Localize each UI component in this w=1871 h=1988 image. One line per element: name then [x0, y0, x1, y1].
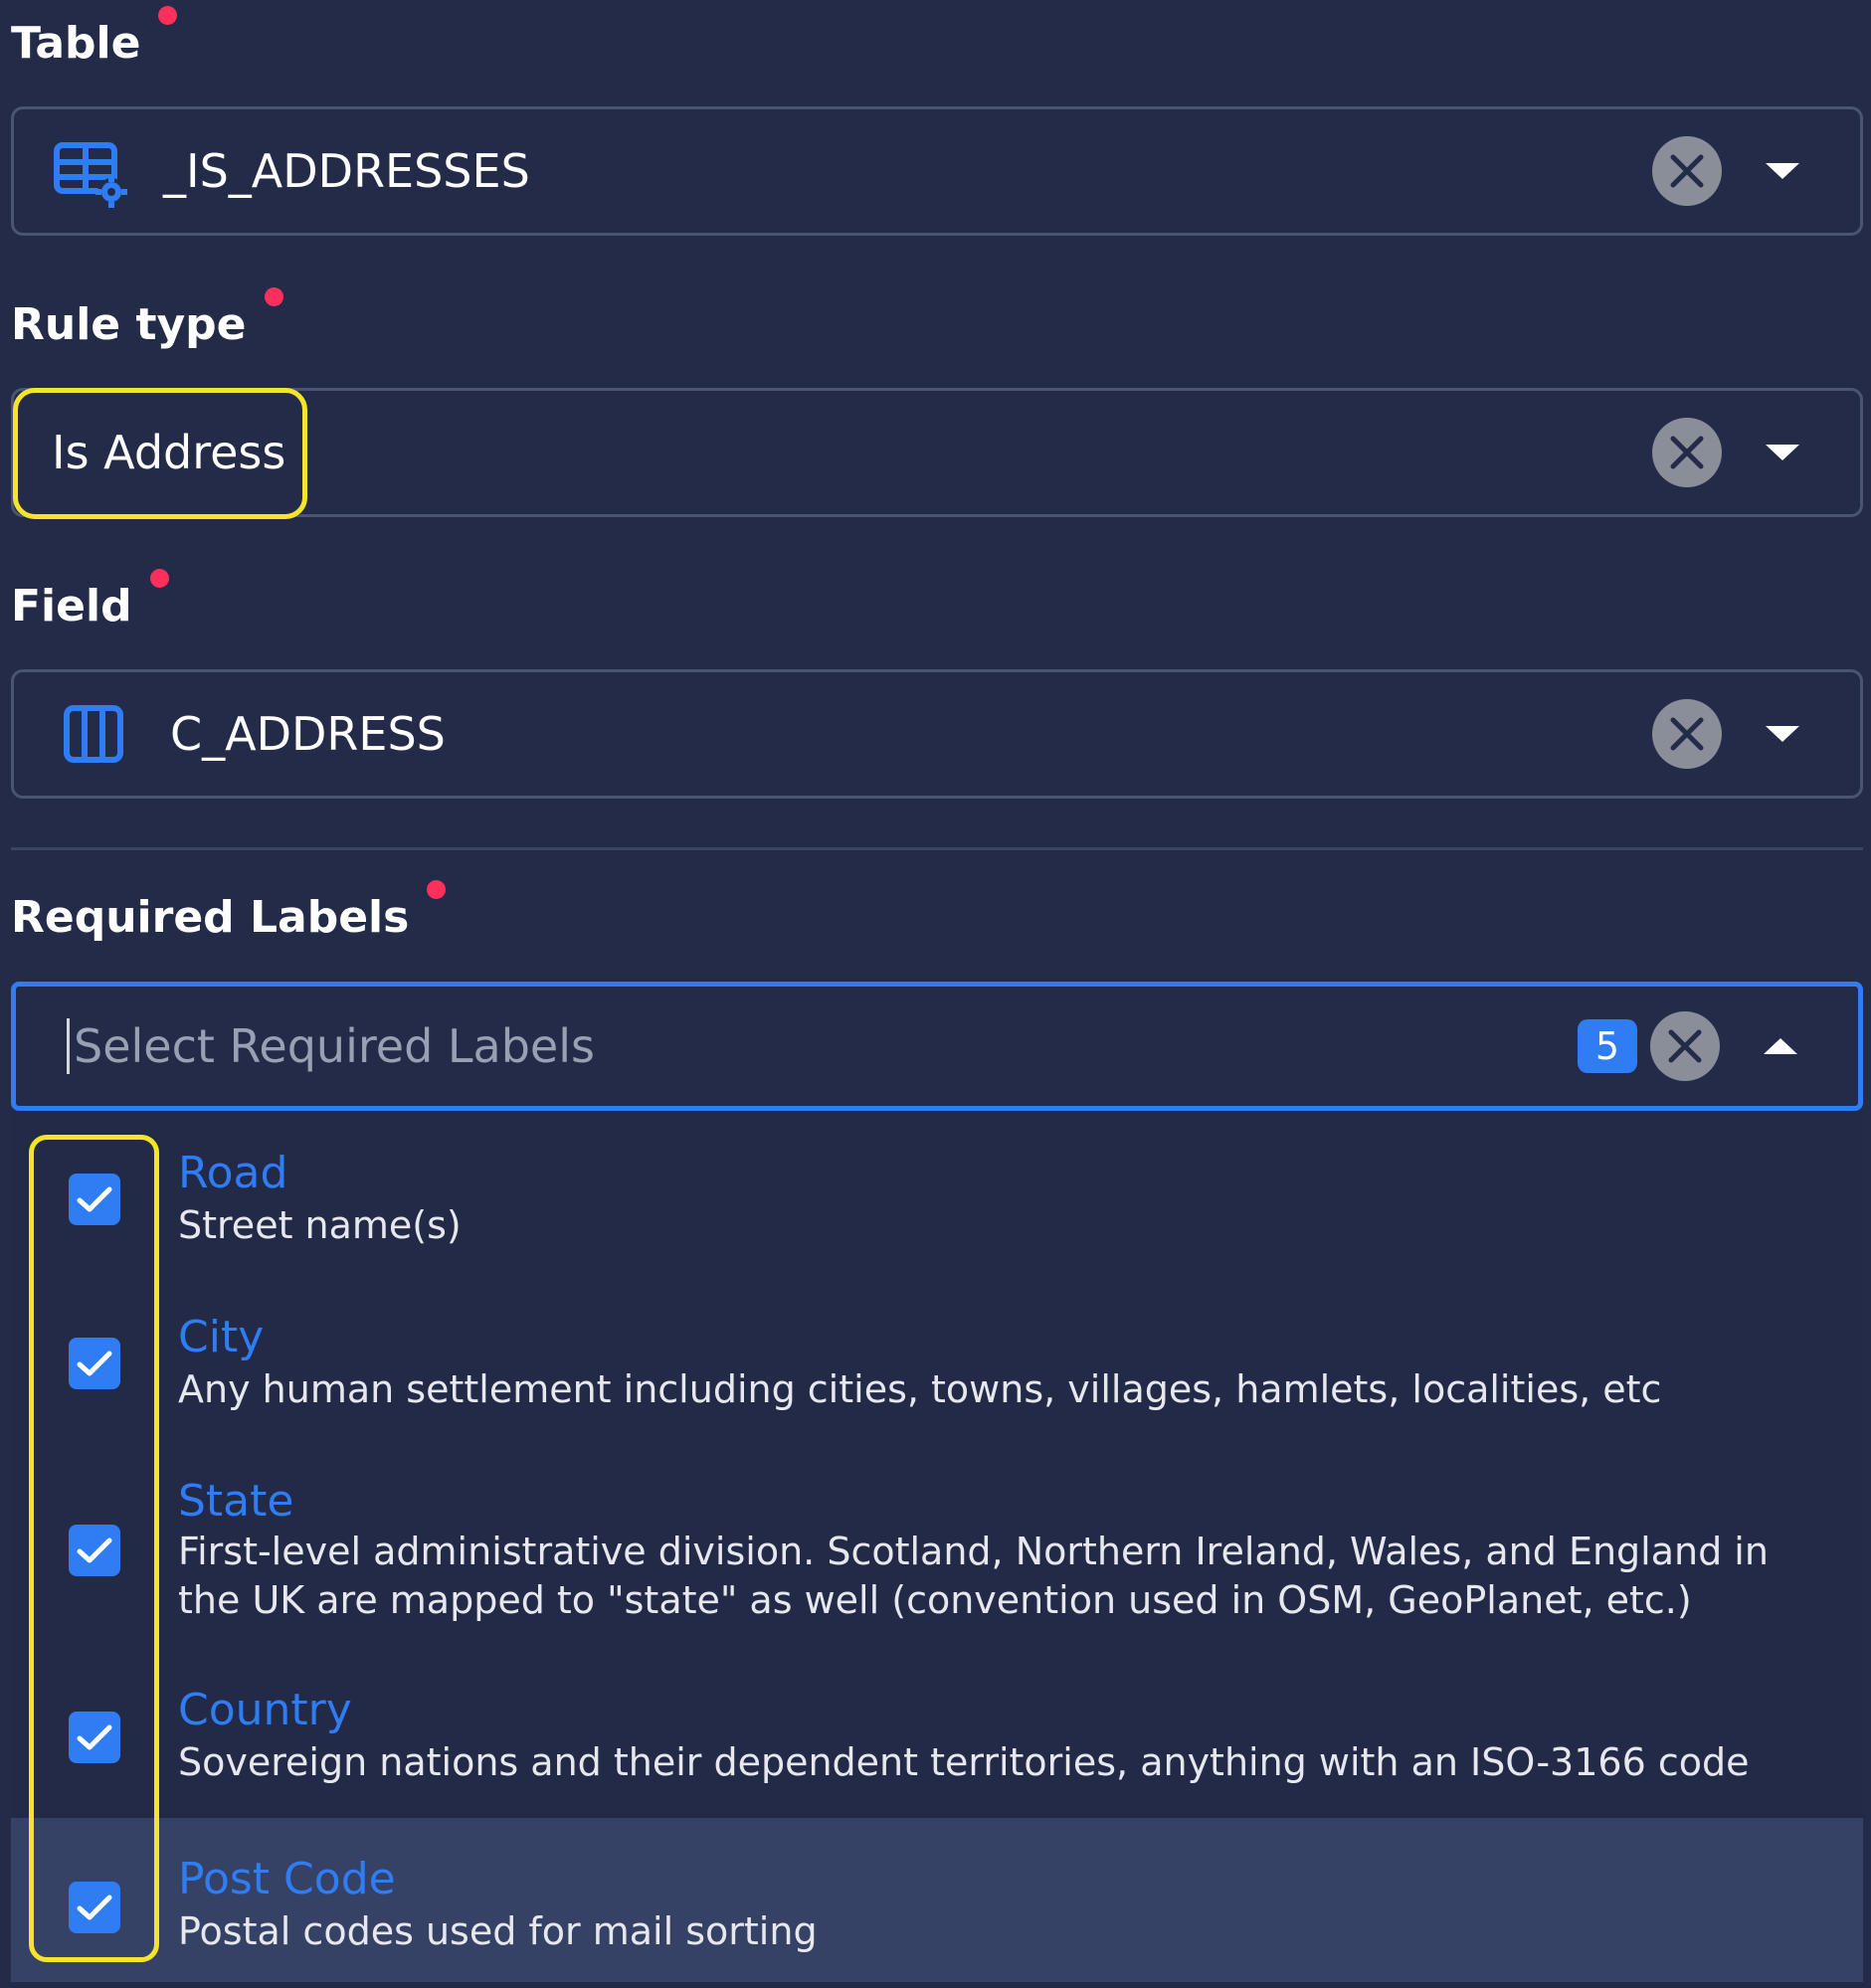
option-title: Country [178, 1685, 352, 1735]
close-icon [1670, 436, 1704, 469]
chevron-down-icon [1766, 726, 1799, 742]
option-title: City [178, 1312, 265, 1362]
option-title: Road [178, 1148, 288, 1198]
option-description: Sovereign nations and their dependent te… [178, 1740, 1750, 1784]
option-description: First-level administrative division. Sco… [178, 1530, 1769, 1622]
field-label: Field [11, 569, 169, 629]
option-post-code[interactable]: Post Code Postal codes used for mail sor… [11, 1818, 1863, 1982]
table-select[interactable]: _IS_ADDRESSES [11, 106, 1863, 236]
chevron-up-icon [1764, 1038, 1797, 1054]
option-road[interactable]: Road Street name(s) [11, 1112, 1863, 1276]
option-title: Post Code [178, 1854, 396, 1904]
option-state[interactable]: State First-level administrative divisio… [11, 1440, 1863, 1649]
chevron-down-icon [1766, 163, 1799, 179]
chevron-down-icon [1766, 445, 1799, 460]
option-description: Street name(s) [178, 1203, 462, 1247]
clear-field-button[interactable] [1652, 699, 1722, 769]
required-indicator [427, 880, 447, 899]
option-description: Any human settlement including cities, t… [178, 1367, 1662, 1411]
close-icon [1668, 1029, 1702, 1063]
required-labels-select[interactable]: Select Required Labels 5 [11, 982, 1863, 1111]
close-icon [1670, 154, 1704, 188]
selected-count-badge: 5 [1578, 1019, 1637, 1073]
section-divider [11, 847, 1863, 850]
required-labels-label: Required Labels [11, 880, 447, 940]
option-title: State [178, 1476, 294, 1527]
field-dropdown-toggle[interactable] [1763, 714, 1802, 754]
rule-type-label: Rule type [11, 287, 283, 347]
close-icon [1670, 717, 1704, 751]
option-city[interactable]: City Any human settlement including citi… [11, 1276, 1863, 1440]
required-indicator [149, 569, 169, 588]
required-indicator [264, 287, 283, 306]
required-indicator [158, 6, 178, 25]
clear-rule-type-button[interactable] [1652, 418, 1722, 487]
text-cursor [67, 1018, 70, 1074]
checkbox-column-highlight [29, 1135, 159, 1962]
field-select[interactable]: C_ADDRESS [11, 669, 1863, 799]
option-description: Postal codes used for mail sorting [178, 1909, 818, 1953]
rule-type-dropdown-toggle[interactable] [1763, 433, 1802, 472]
rule-type-highlight [13, 388, 307, 519]
table-dropdown-toggle[interactable] [1763, 151, 1802, 191]
clear-table-button[interactable] [1652, 136, 1722, 206]
option-country[interactable]: Country Sovereign nations and their depe… [11, 1649, 1863, 1818]
rule-form: Table _IS_ADDRESSES Rule type Is Address… [0, 0, 1871, 1988]
required-labels-dropdown-toggle[interactable] [1761, 1026, 1800, 1066]
table-select-value: _IS_ADDRESSES [163, 144, 530, 198]
field-select-value: C_ADDRESS [170, 707, 446, 761]
table-label: Table [11, 6, 178, 66]
column-icon [64, 705, 123, 763]
table-settings-icon [54, 142, 133, 212]
required-labels-search-input[interactable]: Select Required Labels [74, 1019, 595, 1073]
required-labels-dropdown: Road Street name(s) City Any human settl… [11, 1112, 1863, 1988]
clear-required-labels-button[interactable] [1650, 1011, 1720, 1081]
